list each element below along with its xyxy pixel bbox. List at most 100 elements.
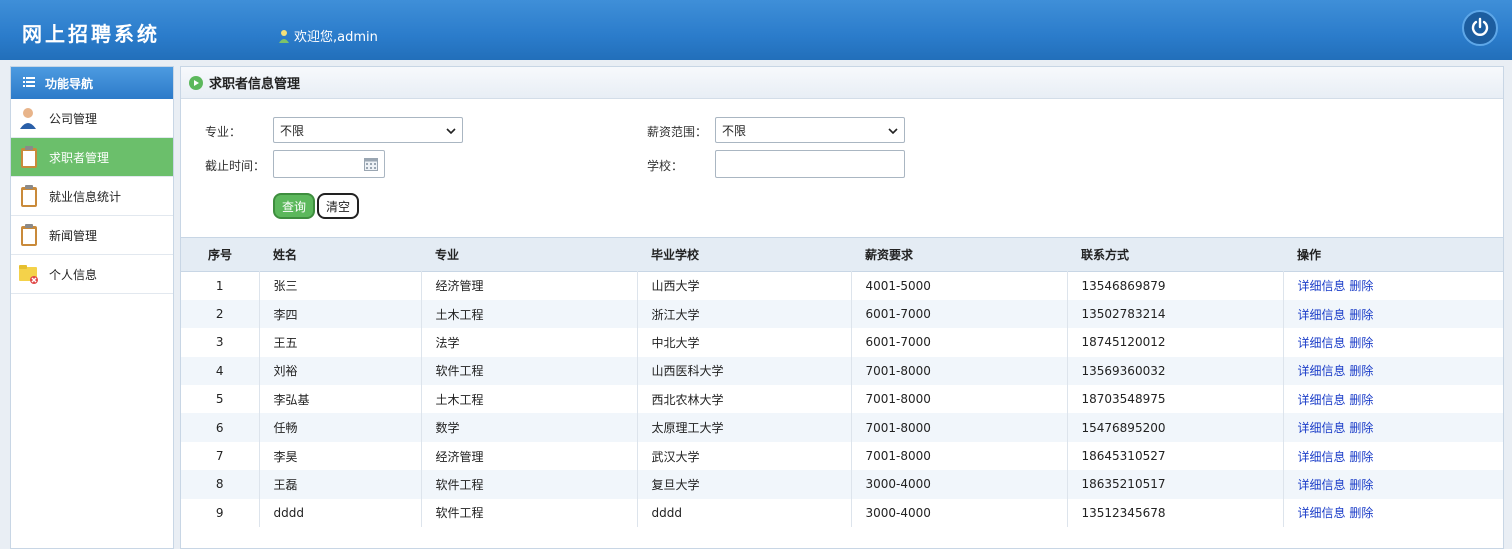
cell-name: 李昊: [259, 441, 422, 471]
cell-index: 8: [181, 470, 260, 499]
detail-link[interactable]: 详细信息: [1298, 478, 1346, 492]
detail-link[interactable]: 详细信息: [1298, 308, 1346, 322]
cell-school: 西北农林大学: [637, 385, 852, 414]
cell-major: 软件工程: [421, 470, 638, 499]
cell-name: 王五: [259, 328, 422, 357]
cell-major: 软件工程: [421, 356, 638, 386]
detail-link[interactable]: 详细信息: [1298, 450, 1346, 464]
cell-actions: 详细信息 删除: [1283, 300, 1503, 328]
clipboard-icon: [19, 224, 39, 246]
cell-contact: 18635210517: [1067, 470, 1284, 499]
cell-school: 山西医科大学: [637, 356, 852, 386]
salary-select[interactable]: 不限: [715, 117, 905, 143]
cell-name: 李四: [259, 299, 422, 329]
cell-index: 3: [181, 328, 260, 357]
cell-index: 1: [181, 271, 260, 300]
detail-link[interactable]: 详细信息: [1298, 421, 1346, 435]
clear-button[interactable]: 清空: [317, 193, 359, 219]
calendar-icon[interactable]: [364, 157, 378, 174]
cell-index: 9: [181, 498, 260, 528]
delete-link[interactable]: 删除: [1349, 506, 1373, 520]
sidebar-item-company[interactable]: 公司管理: [11, 99, 173, 138]
panel-header: 求职者信息管理: [181, 67, 1503, 99]
cell-salary: 7001-8000: [851, 356, 1068, 386]
sidebar-title: 功能导航: [45, 76, 94, 91]
list-icon: [23, 76, 35, 90]
table-row: 7 李昊 经济管理 武汉大学 7001-8000 18645310527 详细信…: [181, 441, 1503, 471]
table-header-row: 序号 姓名 专业 毕业学校 薪资要求 联系方式 操作: [181, 237, 1503, 272]
cell-name: 王磊: [259, 470, 422, 499]
cell-contact: 13569360032: [1067, 356, 1284, 386]
cell-actions: 详细信息 删除: [1283, 413, 1503, 441]
sidebar-item-label: 个人信息: [49, 267, 98, 282]
detail-link[interactable]: 详细信息: [1298, 506, 1346, 520]
delete-link[interactable]: 删除: [1349, 364, 1373, 378]
table-row: 5 李弘基 土木工程 西北农林大学 7001-8000 18703548975 …: [181, 385, 1503, 414]
cell-name: dddd: [259, 498, 422, 528]
column-header-salary: 薪资要求: [865, 248, 914, 262]
query-button[interactable]: 查询: [273, 193, 315, 219]
cell-salary: 3000-4000: [851, 470, 1068, 499]
detail-link[interactable]: 详细信息: [1298, 364, 1346, 378]
cell-salary: 6001-7000: [851, 328, 1068, 357]
cell-actions: 详细信息 删除: [1283, 328, 1503, 356]
sidebar-header: 功能导航: [11, 67, 173, 99]
delete-link[interactable]: 删除: [1349, 308, 1373, 322]
cell-major: 软件工程: [421, 498, 638, 528]
delete-link[interactable]: 删除: [1349, 478, 1373, 492]
sidebar: 功能导航 公司管理 求职者管理 就业信息统计 新闻管理 个人信息: [10, 66, 174, 549]
cell-actions: 详细信息 删除: [1283, 272, 1503, 300]
delete-link[interactable]: 删除: [1349, 421, 1373, 435]
major-select[interactable]: 不限: [273, 117, 463, 143]
school-input[interactable]: [715, 150, 905, 178]
welcome-text: 欢迎您,admin: [294, 30, 378, 45]
cell-contact: 13546869879: [1067, 271, 1284, 300]
logout-button[interactable]: [1462, 10, 1498, 46]
cell-name: 张三: [259, 271, 422, 300]
salary-label: 薪资范围：: [647, 125, 708, 139]
table-row: 3 王五 法学 中北大学 6001-7000 18745120012 详细信息 …: [181, 328, 1503, 357]
cell-school: 浙江大学: [637, 299, 852, 329]
cell-index: 6: [181, 413, 260, 442]
column-header-school: 毕业学校: [651, 248, 700, 262]
major-label: 专业：: [205, 125, 242, 139]
sidebar-item-employment-stats[interactable]: 就业信息统计: [11, 177, 173, 216]
delete-link[interactable]: 删除: [1349, 279, 1373, 293]
delete-link[interactable]: 删除: [1349, 450, 1373, 464]
chevron-down-icon: [446, 123, 456, 137]
deadline-label: 截止时间：: [205, 159, 266, 173]
cell-salary: 7001-8000: [851, 413, 1068, 442]
sidebar-item-label: 就业信息统计: [49, 189, 122, 204]
cell-contact: 18745120012: [1067, 328, 1284, 357]
sidebar-item-job-seekers[interactable]: 求职者管理: [11, 138, 173, 177]
sidebar-item-label: 公司管理: [49, 111, 98, 126]
cell-index: 2: [181, 299, 260, 329]
major-select-value: 不限: [280, 123, 305, 138]
detail-link[interactable]: 详细信息: [1298, 393, 1346, 407]
cell-major: 经济管理: [421, 271, 638, 300]
cell-contact: 15476895200: [1067, 413, 1284, 442]
play-icon: [189, 75, 203, 90]
sidebar-item-profile[interactable]: 个人信息: [11, 255, 173, 294]
clipboard-icon: [19, 185, 39, 207]
cell-salary: 7001-8000: [851, 441, 1068, 471]
cell-school: 武汉大学: [637, 441, 852, 471]
salary-select-value: 不限: [722, 123, 747, 138]
cell-school: 中北大学: [637, 328, 852, 357]
detail-link[interactable]: 详细信息: [1298, 279, 1346, 293]
cell-salary: 6001-7000: [851, 299, 1068, 329]
deadline-date-input[interactable]: [273, 150, 385, 178]
sidebar-item-news[interactable]: 新闻管理: [11, 216, 173, 255]
search-form: 专业： 不限 薪资范围： 不限 截止时间： 学校： 查询 清空: [181, 99, 1503, 237]
delete-link[interactable]: 删除: [1349, 393, 1373, 407]
detail-link[interactable]: 详细信息: [1298, 336, 1346, 350]
cell-name: 刘裕: [259, 356, 422, 386]
clipboard-icon: [19, 146, 39, 168]
table-row: 2 李四 土木工程 浙江大学 6001-7000 13502783214 详细信…: [181, 299, 1503, 329]
delete-link[interactable]: 删除: [1349, 336, 1373, 350]
cell-salary: 4001-5000: [851, 271, 1068, 300]
sidebar-item-label: 求职者管理: [49, 150, 110, 165]
cell-major: 法学: [421, 328, 638, 357]
user-icon: [278, 29, 290, 43]
table-row: 9 dddd 软件工程 dddd 3000-4000 13512345678 详…: [181, 498, 1503, 528]
